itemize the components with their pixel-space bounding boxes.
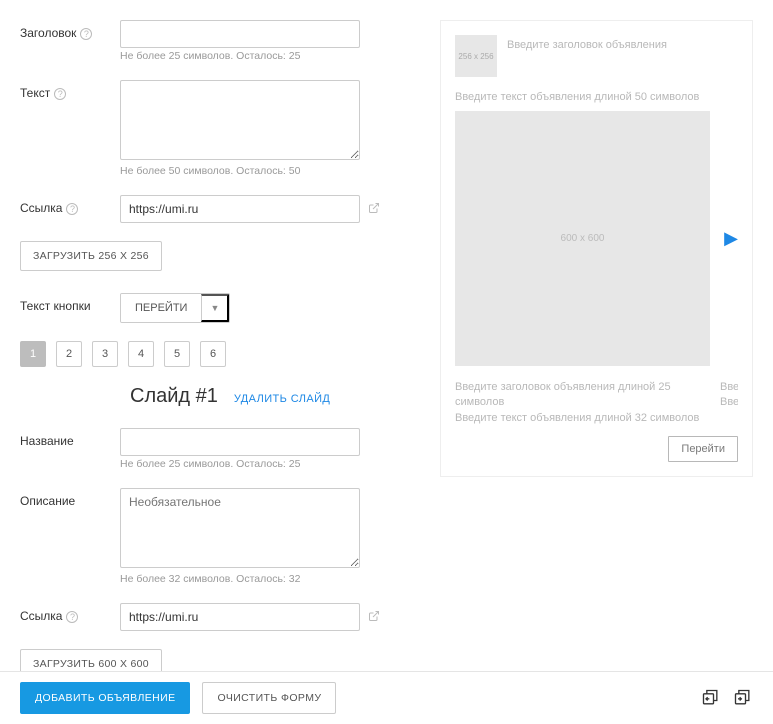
- button-text-value[interactable]: ПЕРЕЙТИ: [121, 294, 201, 322]
- upload-256-button[interactable]: ЗАГРУЗИТЬ 256 X 256: [20, 241, 162, 271]
- text-hint: Не более 50 символов. Осталось: 50: [120, 165, 410, 177]
- title-hint: Не более 25 символов. Осталось: 25: [120, 50, 410, 62]
- duplicate-out-icon[interactable]: [733, 688, 753, 708]
- title-input[interactable]: [120, 20, 360, 48]
- slide-tab-6[interactable]: 6: [200, 341, 226, 367]
- slide-tab-2[interactable]: 2: [56, 341, 82, 367]
- slide-desc-hint: Не более 32 символов. Осталось: 32: [120, 573, 410, 585]
- preview-caption-text-next: Введ: [720, 395, 738, 410]
- slide-tab-5[interactable]: 5: [164, 341, 190, 367]
- button-text-label: Текст кнопки: [20, 293, 120, 323]
- duplicate-in-icon[interactable]: [701, 688, 721, 708]
- preview-caption-text: Введите текст объявления длиной 32 симво…: [455, 411, 710, 426]
- preview-caption-title: Введите заголовок объявления длиной 25 с…: [455, 380, 710, 411]
- slide-name-label: Название: [20, 428, 120, 470]
- preview-thumb-256: 256 x 256: [455, 35, 497, 77]
- preview-go-button[interactable]: Перейти: [668, 436, 738, 462]
- slide-heading: Слайд #1: [130, 385, 218, 408]
- help-icon[interactable]: ?: [54, 88, 66, 100]
- title-label: Заголовок?: [20, 20, 120, 62]
- slide-desc-input[interactable]: [120, 488, 360, 568]
- button-text-split[interactable]: ПЕРЕЙТИ ▼: [120, 293, 230, 323]
- slide-tab-4[interactable]: 4: [128, 341, 154, 367]
- slide-tab-1[interactable]: 1: [20, 341, 46, 367]
- help-icon[interactable]: ?: [80, 28, 92, 40]
- preview-slide-image: 600 x 600: [455, 111, 710, 366]
- slide-tabs: 1 2 3 4 5 6: [20, 341, 410, 367]
- preview-title-placeholder: Введите заголовок объявления: [507, 35, 667, 77]
- carousel-next-icon[interactable]: ▶: [724, 228, 738, 249]
- slide-name-input[interactable]: [120, 428, 360, 456]
- slide-desc-label: Описание: [20, 488, 120, 585]
- preview-text-placeholder: Введите текст объявления длиной 50 симво…: [455, 91, 738, 103]
- slide-link-input[interactable]: [120, 603, 360, 631]
- link-label: Ссылка?: [20, 195, 120, 223]
- text-label: Текст?: [20, 80, 120, 177]
- clear-form-button[interactable]: ОЧИСТИТЬ ФОРМУ: [202, 682, 336, 714]
- delete-slide-button[interactable]: УДАЛИТЬ СЛАЙД: [234, 393, 330, 405]
- preview-panel: 256 x 256 Введите заголовок объявления В…: [440, 20, 753, 477]
- help-icon[interactable]: ?: [66, 203, 78, 215]
- link-input[interactable]: [120, 195, 360, 223]
- text-input[interactable]: [120, 80, 360, 160]
- preview-caption-title-next: Введ: [720, 380, 738, 395]
- slide-link-label: Ссылка?: [20, 603, 120, 631]
- add-ad-button[interactable]: ДОБАВИТЬ ОБЪЯВЛЕНИЕ: [20, 682, 190, 714]
- help-icon[interactable]: ?: [66, 611, 78, 623]
- slide-name-hint: Не более 25 символов. Осталось: 25: [120, 458, 410, 470]
- slide-tab-3[interactable]: 3: [92, 341, 118, 367]
- chevron-down-icon[interactable]: ▼: [201, 294, 229, 322]
- external-link-icon[interactable]: [368, 610, 380, 625]
- external-link-icon[interactable]: [368, 202, 380, 217]
